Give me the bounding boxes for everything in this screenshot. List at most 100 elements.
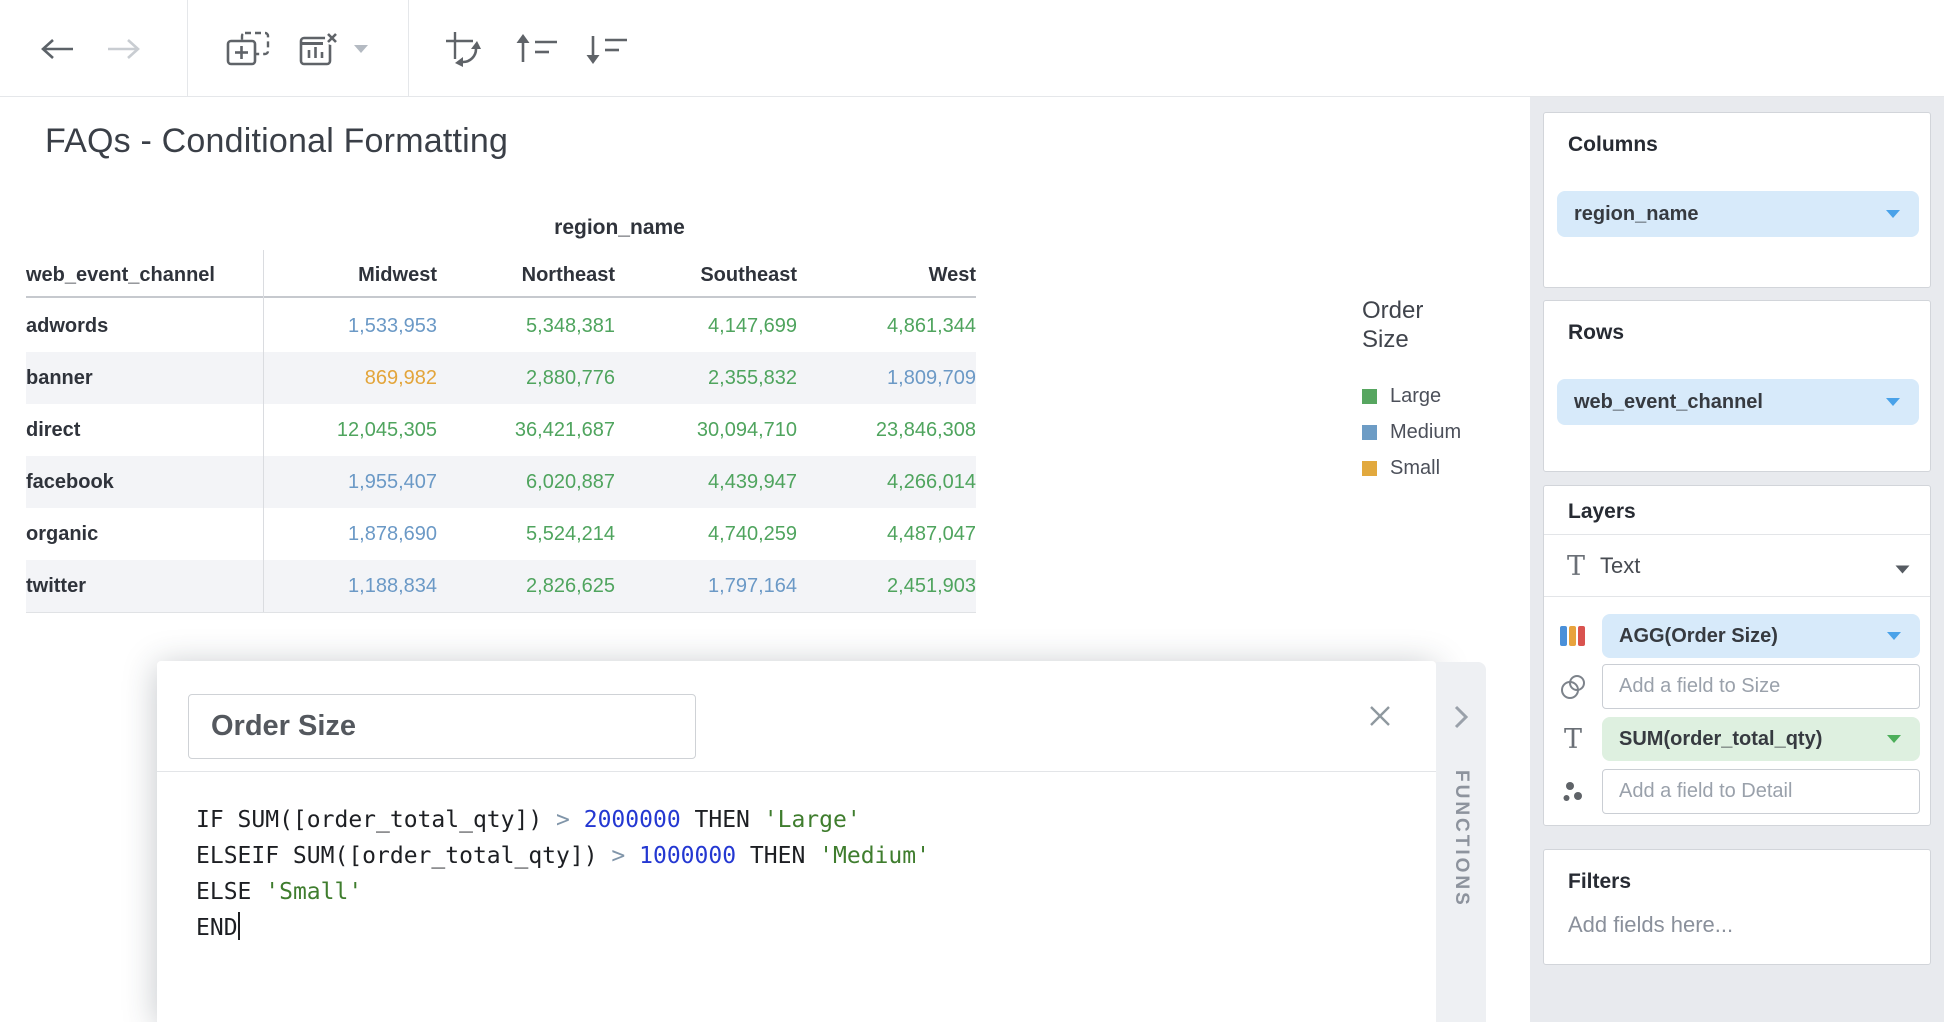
remove-chart-icon[interactable] (294, 0, 346, 97)
table-cell: 4,740,259 (615, 523, 797, 546)
toolbar-divider (187, 0, 188, 97)
chevron-down-icon[interactable] (1886, 631, 1902, 641)
functions-tab-label: FUNCTIONS (1450, 770, 1472, 908)
table-cell: 2,451,903 (797, 575, 976, 598)
table-cell: 1,878,690 (263, 523, 437, 546)
text-cursor (238, 912, 240, 940)
text-layer-icon: T (1556, 536, 1596, 596)
toolbar-divider (408, 0, 409, 97)
table-cell: 1,955,407 (263, 471, 437, 494)
text-field-icon: T (1553, 717, 1593, 761)
table-cell: 2,355,832 (615, 367, 797, 390)
legend-item: Small (1362, 450, 1482, 486)
row-label: twitter (26, 575, 263, 598)
row-label: organic (26, 523, 263, 546)
table-cell: 1,188,834 (263, 575, 437, 598)
table-cell: 1,809,709 (797, 367, 976, 390)
color-layer-icon (1553, 614, 1593, 658)
column-header: Northeast (437, 264, 615, 287)
formula-editor-dialog: IF SUM([order_total_qty]) > 2000000 THEN… (157, 661, 1436, 1022)
table-cell: 1,797,164 (615, 575, 797, 598)
row-label: direct (26, 419, 263, 442)
legend-items: Large Medium Small (1362, 378, 1482, 486)
detail-field-placeholder: Add a field to Detail (1619, 780, 1792, 803)
code-line: ELSEIF SUM([order_total_qty]) > 1000000 … (196, 838, 1416, 874)
detail-field-input[interactable]: Add a field to Detail (1602, 769, 1920, 814)
table-cell: 1,533,953 (263, 315, 437, 338)
chevron-down-icon[interactable] (1885, 397, 1901, 407)
settings-panel: Columns region_name Rows web_event_chann… (1530, 97, 1944, 1022)
page-title: FAQs - Conditional Formatting (45, 122, 508, 161)
toolbar (0, 0, 1944, 97)
table-bottom-border (26, 612, 976, 613)
rows-card: Rows web_event_channel (1543, 300, 1931, 472)
column-header: Southeast (615, 264, 797, 287)
table-cell: 5,524,214 (437, 523, 615, 546)
row-label: banner (26, 367, 263, 390)
table-row: facebook1,955,4076,020,8874,439,9474,266… (26, 456, 976, 508)
chevron-down-icon[interactable] (1886, 734, 1902, 744)
table-column-divider (263, 250, 264, 612)
columns-field-label: region_name (1574, 203, 1885, 226)
size-field-placeholder: Add a field to Size (1619, 675, 1780, 698)
rows-field-pill[interactable]: web_event_channel (1557, 379, 1919, 425)
table-body: adwords1,533,9535,348,3814,147,6994,861,… (26, 300, 976, 612)
table-row: adwords1,533,9535,348,3814,147,6994,861,… (26, 300, 976, 352)
rows-card-title: Rows (1568, 321, 1624, 345)
color-field-pill[interactable]: AGG(Order Size) (1602, 614, 1920, 658)
chevron-down-icon[interactable] (1885, 209, 1901, 219)
sort-ascending-icon[interactable] (510, 0, 562, 97)
table-row: twitter1,188,8342,826,6251,797,1642,451,… (26, 560, 976, 612)
table-cell: 4,147,699 (615, 315, 797, 338)
column-group-label: region_name (263, 216, 976, 240)
formula-editor-header (157, 661, 1436, 772)
table-cell: 4,487,047 (797, 523, 976, 546)
table-cell: 5,348,381 (437, 315, 615, 338)
sort-descending-icon[interactable] (580, 0, 632, 97)
table-cell: 4,439,947 (615, 471, 797, 494)
rows-field-label: web_event_channel (1574, 391, 1885, 414)
legend-swatch (1362, 389, 1377, 404)
chevron-down-icon[interactable] (348, 0, 374, 97)
code-line: END (196, 910, 1416, 946)
chevron-right-icon[interactable] (1451, 704, 1471, 735)
legend-swatch (1362, 461, 1377, 476)
formula-code-editor[interactable]: IF SUM([order_total_qty]) > 2000000 THEN… (196, 802, 1416, 946)
table-cell: 2,826,625 (437, 575, 615, 598)
row-label: facebook (26, 471, 263, 494)
table-cell: 4,266,014 (797, 471, 976, 494)
table-cell: 2,880,776 (437, 367, 615, 390)
code-line: IF SUM([order_total_qty]) > 2000000 THEN… (196, 802, 1416, 838)
close-icon[interactable] (1358, 694, 1402, 738)
detail-layer-icon (1553, 769, 1593, 814)
layers-card: Layers T Text AGG(Order Size) (1543, 485, 1931, 826)
filters-drop-zone[interactable]: Add fields here... (1568, 912, 1733, 938)
legend-title: Order Size (1362, 296, 1446, 354)
layers-card-title: Layers (1568, 500, 1636, 524)
functions-tab[interactable]: FUNCTIONS (1436, 662, 1486, 1022)
forward-icon[interactable] (101, 0, 147, 97)
columns-field-pill[interactable]: region_name (1557, 191, 1919, 237)
row-label: adwords (26, 315, 263, 338)
chevron-down-icon[interactable] (1895, 561, 1910, 579)
row-dimension-header: web_event_channel (26, 264, 263, 287)
table-cell: 6,020,887 (437, 471, 615, 494)
code-line: ELSE 'Small' (196, 874, 1416, 910)
legend-swatch (1362, 425, 1377, 440)
size-field-input[interactable]: Add a field to Size (1602, 664, 1920, 709)
filters-card: Filters Add fields here... (1543, 849, 1931, 965)
swap-axes-icon[interactable] (438, 0, 488, 97)
table-header-row: web_event_channel MidwestNortheastSouthe… (26, 254, 976, 298)
divider (1544, 534, 1930, 535)
add-chart-icon[interactable] (222, 0, 274, 97)
text-field-pill[interactable]: SUM(order_total_qty) (1602, 717, 1920, 761)
table-row: organic1,878,6905,524,2144,740,2594,487,… (26, 508, 976, 560)
table-cell: 36,421,687 (437, 419, 615, 442)
text-field-label: SUM(order_total_qty) (1619, 728, 1886, 751)
legend-item: Medium (1362, 414, 1482, 450)
back-icon[interactable] (34, 0, 80, 97)
formula-name-input[interactable] (188, 694, 696, 759)
legend-label: Large (1390, 385, 1441, 408)
table-cell: 869,982 (263, 367, 437, 390)
legend-label: Small (1390, 457, 1440, 480)
